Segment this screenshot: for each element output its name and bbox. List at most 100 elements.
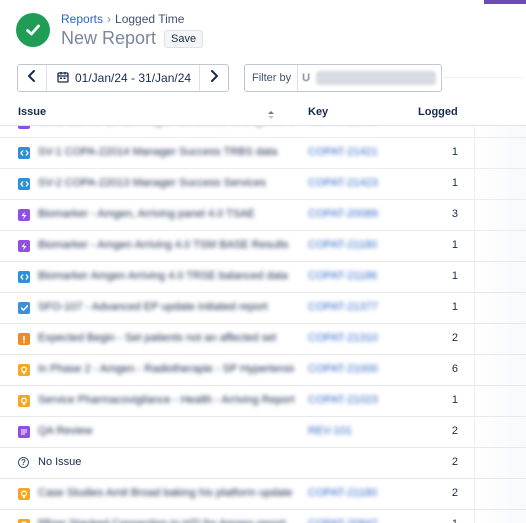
issue-key-link[interactable]: COPAT-21180 <box>308 239 378 251</box>
success-check-icon <box>16 13 50 47</box>
checkbox-icon <box>18 302 30 314</box>
table-row[interactable]: Biomarker - Amgen Arriving 4.0 TSM BASE … <box>0 231 526 262</box>
date-range-value: 01/Jan/24 - 31/Jan/24 <box>75 71 192 85</box>
table-row[interactable]: In Phase 2 - Amgen - Radiotherapie - SP … <box>0 355 526 386</box>
title-row: New Report Save <box>61 28 204 49</box>
table-row[interactable]: Biomarker - Amgen, Arriving panel 4.0 TS… <box>0 200 526 231</box>
table-row[interactable]: ? No Issue 2 <box>0 448 526 479</box>
issue-key-link[interactable]: COPAT-21310 <box>308 332 378 344</box>
issue-summary[interactable]: Biomarker - Amgen, Arriving panel 4.0 TS… <box>38 208 294 220</box>
row-edge-shade <box>476 200 526 230</box>
issue-key-link[interactable]: COPAT-21023 <box>308 394 378 406</box>
lightbulb-icon <box>18 364 30 376</box>
breadcrumb: Reports › Logged Time <box>61 12 184 26</box>
table-header: Issue Key Logged <box>0 99 526 126</box>
issue-summary[interactable]: SV-1 COPA-22014 Manager Success TRBS dat… <box>38 146 294 158</box>
issue-summary[interactable]: Case Studies Amit Broad baking his platf… <box>38 487 294 499</box>
logged-value: 1 <box>451 270 458 282</box>
page-title[interactable]: New Report <box>61 28 156 49</box>
toolbar-divider <box>440 77 523 78</box>
issue-column-header[interactable]: Issue <box>18 106 46 118</box>
table-row[interactable]: Biomarker Amgen Arriving 4.0 TRSE balanc… <box>0 262 526 293</box>
calendar-icon <box>57 71 69 86</box>
table-row[interactable]: SFO-107 - Advanced EP update initiated r… <box>0 293 526 324</box>
logged-column-header[interactable]: Logged <box>418 106 458 118</box>
filter-label: Filter by <box>245 65 299 91</box>
breadcrumb-reports-link[interactable]: Reports <box>61 12 103 26</box>
table-row[interactable]: QA Review REV-101 2 <box>0 417 526 448</box>
save-button[interactable]: Save <box>164 29 204 48</box>
logged-value: 1 <box>451 146 458 158</box>
key-column-header[interactable]: Key <box>308 106 328 118</box>
issue-summary[interactable]: QA Review <box>38 425 294 437</box>
issue-summary[interactable]: Biomarker - Amgen Arriving 4.0 TSM BASE … <box>38 239 294 251</box>
issue-summary[interactable]: Expected Begin - Set patients not an aff… <box>38 332 294 344</box>
issue-summary[interactable]: Pfizer Stacked Connection to HTI for Amg… <box>38 518 294 523</box>
date-range-control: 01/Jan/24 - 31/Jan/24 <box>17 64 229 92</box>
row-edge-shade <box>476 324 526 354</box>
question-circle-icon: ? <box>18 457 29 468</box>
issue-key-link[interactable]: COPAT-21423 <box>308 177 378 189</box>
report-page: Reports › Logged Time New Report Save 01… <box>0 0 526 523</box>
issue-key-link[interactable]: COPAT-21186 <box>308 270 378 282</box>
logged-value: 1 <box>451 177 458 189</box>
exclamation-icon <box>18 333 30 345</box>
lightning-icon <box>18 240 30 252</box>
table-row[interactable]: Expected Begin - Set patients not an aff… <box>0 324 526 355</box>
issue-summary[interactable]: SFO-107 - Advanced EP update initiated r… <box>38 301 294 313</box>
breadcrumb-separator: › <box>107 12 112 26</box>
row-edge-shade <box>476 231 526 261</box>
code-icon <box>18 147 30 159</box>
row-edge-shade <box>476 293 526 323</box>
row-edge-shade <box>476 262 526 292</box>
report-header: Reports › Logged Time New Report Save <box>16 12 516 56</box>
issue-key-link[interactable]: COPAT-20847 <box>308 518 378 523</box>
table-row[interactable]: SV-1 COPA-22014 Manager Success TRBS dat… <box>0 138 526 169</box>
lightbulb-icon <box>18 395 30 407</box>
issue-key-link[interactable]: COPAT-20089 <box>308 208 378 220</box>
corner-accent <box>484 0 526 4</box>
chevron-left-icon <box>27 69 37 87</box>
table-rows: CR-2 COPAT-20410 Amgen Condition, Change… <box>0 115 526 523</box>
issue-key-link[interactable]: COPAT-21180 <box>308 487 378 499</box>
issue-key-link[interactable]: REV-101 <box>308 425 378 437</box>
chevron-right-icon <box>209 69 219 87</box>
logged-value: 2 <box>451 487 458 499</box>
table-row[interactable]: Service Pharmacovigilance - Health - Arr… <box>0 386 526 417</box>
row-edge-shade <box>476 138 526 168</box>
logged-time-table: Issue Key Logged CR-2 COPAT-20410 Amgen … <box>0 99 526 523</box>
row-edge-shade <box>476 510 526 523</box>
code-icon <box>18 271 30 283</box>
sort-icon[interactable] <box>267 107 275 125</box>
logged-value: 2 <box>451 332 458 344</box>
issue-key-link[interactable]: COPAT-21377 <box>308 301 378 313</box>
issue-summary[interactable]: In Phase 2 - Amgen - Radiotherapie - SP … <box>38 363 294 375</box>
row-edge-shade <box>476 417 526 447</box>
row-edge-shade <box>476 386 526 416</box>
row-edge-shade <box>476 479 526 509</box>
issue-summary[interactable]: SV-2 COPA-22013 Manager Success Services <box>38 177 294 189</box>
logged-value: 3 <box>451 208 458 220</box>
filter-input[interactable] <box>316 71 437 85</box>
logged-value: 6 <box>451 363 458 375</box>
previous-period-button[interactable] <box>18 65 47 91</box>
table-row[interactable]: Pfizer Stacked Connection to HTI for Amg… <box>0 510 526 523</box>
code-icon <box>18 178 30 190</box>
table-row[interactable]: SV-2 COPA-22013 Manager Success Services… <box>0 169 526 200</box>
logged-value: 2 <box>451 456 458 468</box>
issue-key-link[interactable]: COPAT-21000 <box>308 363 378 375</box>
logged-value: 1 <box>451 394 458 406</box>
filter-value-initial: U <box>302 72 311 84</box>
issue-summary[interactable]: Biomarker Amgen Arriving 4.0 TRSE balanc… <box>38 270 294 282</box>
logged-value: 1 <box>451 239 458 251</box>
lightbulb-icon <box>18 488 30 500</box>
lightbulb-icon <box>18 519 30 523</box>
row-edge-shade <box>476 448 526 478</box>
date-range-picker[interactable]: 01/Jan/24 - 31/Jan/24 <box>47 65 199 91</box>
table-row[interactable]: Case Studies Amit Broad baking his platf… <box>0 479 526 510</box>
issue-summary[interactable]: Service Pharmacovigilance - Health - Arr… <box>38 394 294 406</box>
logged-value: 1 <box>420 518 458 523</box>
next-period-button[interactable] <box>199 65 228 91</box>
logged-value: 1 <box>451 301 458 313</box>
issue-key-link[interactable]: COPAT-21421 <box>308 146 378 158</box>
